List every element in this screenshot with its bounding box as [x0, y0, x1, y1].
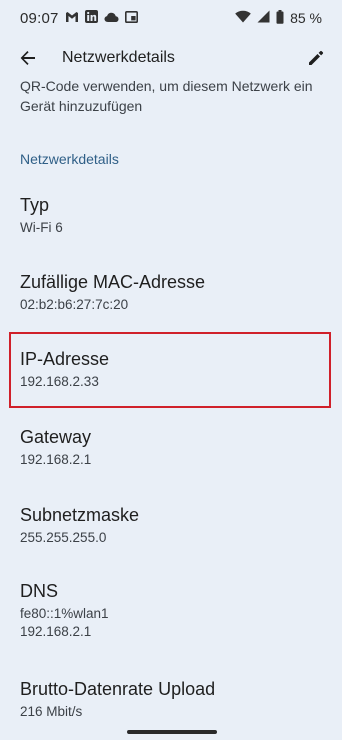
detail-item-type[interactable]: Typ Wi-Fi 6 [20, 194, 320, 237]
ip-address-highlight-box [9, 332, 331, 408]
status-right: 85 % [235, 9, 322, 27]
status-bar: 09:07 85 % [0, 0, 342, 36]
detail-value: Wi-Fi 6 [20, 220, 63, 235]
linkedin-icon [84, 10, 98, 26]
battery-percentage: 85 % [290, 10, 322, 26]
detail-item-gateway[interactable]: Gateway 192.168.2.1 [20, 426, 320, 469]
app-bar: Netzwerkdetails [0, 36, 342, 80]
gmail-icon [65, 10, 79, 26]
detail-value: 255.255.255.0 [20, 530, 107, 545]
detail-value: fe80::1%wlan1 [20, 606, 109, 621]
signal-icon [257, 10, 270, 26]
detail-label: Gateway [20, 427, 92, 447]
detail-label: Typ [20, 195, 50, 215]
detail-value: 02:b2:b6:27:7c:20 [20, 297, 129, 312]
detail-label: Brutto-Datenrate Upload [20, 679, 216, 699]
detail-value: 216 Mbit/s [20, 704, 83, 719]
page-title: Netzwerkdetails [62, 49, 175, 66]
home-indicator[interactable] [127, 730, 217, 734]
status-time: 09:07 [20, 9, 59, 27]
detail-item-upload-rate[interactable]: Brutto-Datenrate Upload 216 Mbit/s [20, 678, 320, 721]
detail-value: 192.168.2.1 [20, 452, 92, 467]
back-arrow-icon[interactable] [14, 44, 42, 72]
cloud-icon [104, 10, 119, 26]
network-details-list[interactable]: QR-Code verwenden, um diesem Netzwerk ei… [0, 80, 342, 740]
detail-item-dns[interactable]: DNS fe80::1%wlan1 192.168.2.1 [20, 580, 320, 641]
detail-label: Zufällige MAC-Adresse [20, 272, 206, 292]
wifi-icon [235, 10, 251, 26]
detail-item-subnet-mask[interactable]: Subnetzmaske 255.255.255.0 [20, 504, 320, 547]
detail-label: Subnetzmaske [20, 505, 140, 525]
detail-value: 192.168.2.1 [20, 624, 92, 639]
detail-item-mac-address[interactable]: Zufällige MAC-Adresse 02:b2:b6:27:7c:20 [20, 271, 320, 314]
cast-icon [124, 10, 138, 26]
detail-label: DNS [20, 581, 59, 601]
qr-code-hint[interactable]: QR-Code verwenden, um diesem Netzwerk ei… [20, 80, 330, 116]
status-left: 09:07 [20, 10, 138, 27]
edit-pencil-icon[interactable] [302, 44, 330, 72]
section-header: Netzwerkdetails [20, 151, 119, 167]
battery-icon [276, 9, 284, 27]
